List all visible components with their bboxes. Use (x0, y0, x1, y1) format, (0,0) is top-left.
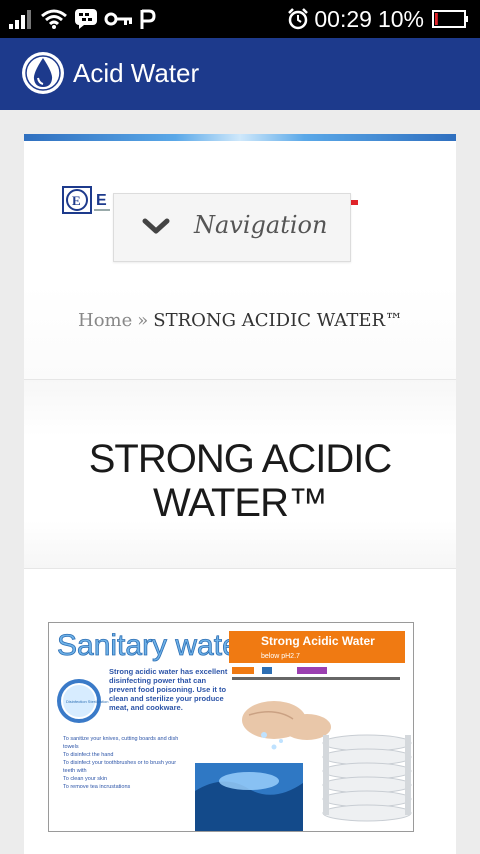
signal-icon (9, 10, 31, 29)
status-right: 00:29 10% (286, 5, 470, 33)
poster-banner-sub: below pH2.7 (261, 653, 300, 660)
breadcrumb-current: STRONG ACIDIC WATER™ (153, 310, 404, 331)
poster-bullet: To disinfect your toothbrushes or to bru… (63, 760, 177, 774)
poster-bullet: To disinfect the hand (63, 752, 114, 758)
svg-text:E: E (72, 193, 81, 208)
navigation-label: Navigation (194, 211, 328, 239)
header-accent-strip (24, 134, 456, 141)
poster-bullet: To remove tea incrustations (63, 784, 131, 790)
wifi-icon (41, 9, 67, 29)
sanitary-water-poster[interactable]: Sanitary water Strong Acidic Water below… (48, 622, 414, 832)
svg-text:E: E (96, 192, 107, 209)
battery-icon (432, 10, 468, 28)
app-title: Acid Water (73, 58, 200, 88)
poster-bullet: To clean your skin (63, 776, 108, 782)
poster-heading: Sanitary water (57, 629, 249, 662)
status-bar: 00:29 10% (0, 0, 480, 38)
key-icon (104, 12, 132, 26)
page-title-line-2: WATER™ (153, 481, 328, 525)
chevron-down-icon (142, 218, 170, 234)
app-bar: Acid Water (0, 38, 480, 110)
bbm-icon (75, 9, 97, 29)
status-left (8, 6, 156, 32)
brand-accent (350, 200, 358, 205)
alarm-icon (288, 8, 309, 30)
navigation-toggle-button[interactable]: Navigation (113, 193, 351, 262)
poster-bullet: To sanitize your knives, cutting boards … (63, 736, 179, 750)
water-drop-icon[interactable] (22, 52, 64, 94)
poster-intro: Strong acidic water has excellent disinf… (109, 667, 228, 712)
divider (24, 568, 456, 569)
poster-banner: Strong Acidic Water (261, 634, 375, 648)
battery-percent: 10% (377, 5, 424, 32)
status-time: 00:29 (314, 5, 372, 32)
page-title: STRONG ACIDIC WATER™ (24, 437, 456, 525)
poster-badge: Disinfection Sterilization (66, 699, 108, 704)
breadcrumb: Home» STRONG ACIDIC WATER™ (78, 310, 403, 331)
breadcrumb-separator: » (137, 310, 149, 331)
brand-logo[interactable]: E E (62, 186, 112, 214)
poster-bullets: To sanitize your knives, cutting boards … (63, 735, 183, 791)
page-title-line-1: STRONG ACIDIC (88, 437, 393, 481)
breadcrumb-home-link[interactable]: Home (78, 310, 132, 331)
p-icon (140, 9, 156, 29)
